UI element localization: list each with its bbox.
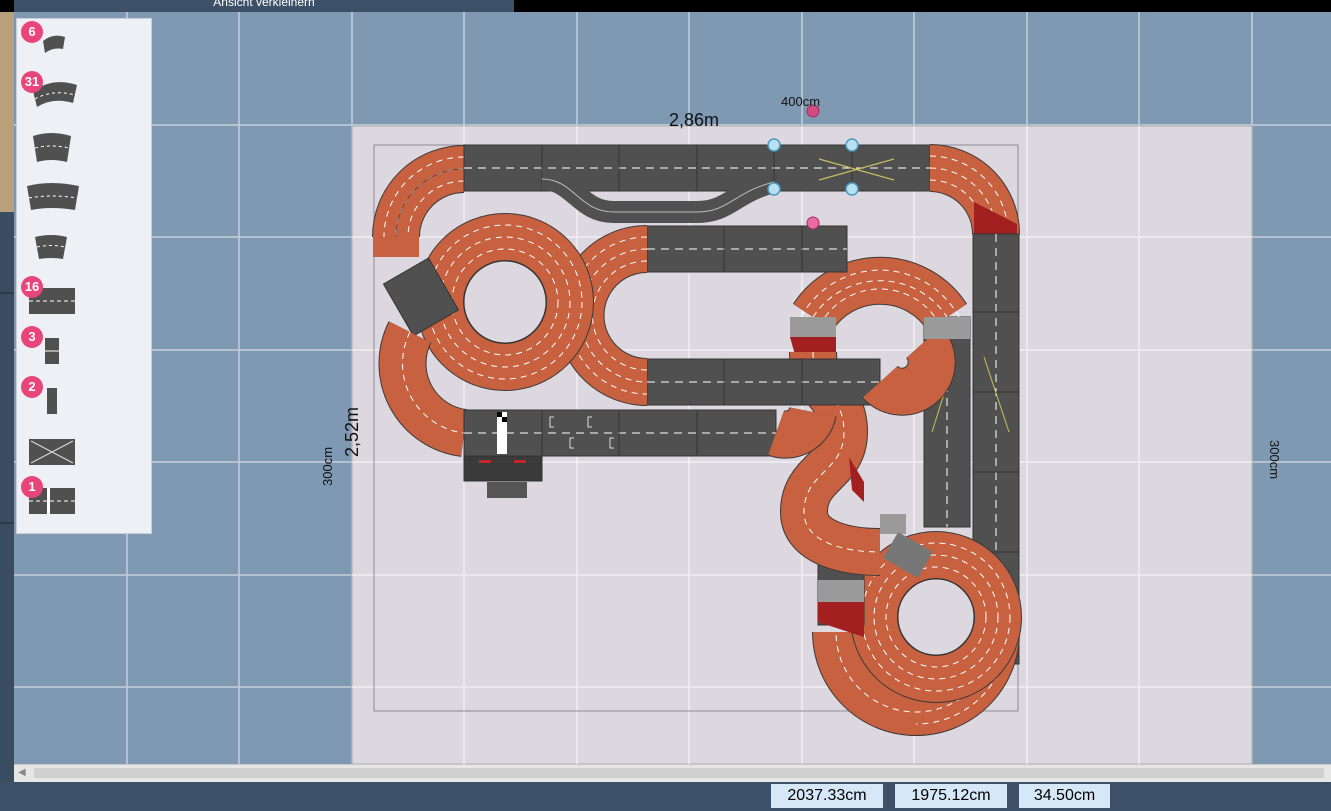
dock-tab[interactable] bbox=[0, 12, 14, 212]
dock-separator bbox=[0, 292, 14, 294]
count-badge: 3 bbox=[21, 326, 43, 348]
count-badge: 31 bbox=[21, 71, 43, 93]
crossing-piece-icon bbox=[29, 439, 75, 465]
palette-item-curve-small[interactable]: 6 bbox=[17, 19, 151, 67]
count-badge: 16 bbox=[21, 276, 43, 298]
dock-separator bbox=[0, 522, 14, 524]
palette-item-curve-2[interactable] bbox=[17, 124, 151, 172]
palette-item-curve-4[interactable] bbox=[17, 229, 151, 277]
pit-box[interactable] bbox=[463, 455, 543, 482]
track-width-label: 2,86m bbox=[669, 110, 719, 130]
palette-item-straight-quarter[interactable]: 2 bbox=[17, 374, 151, 422]
count-badge: 1 bbox=[21, 476, 43, 498]
left-dock-strip bbox=[0, 12, 14, 782]
status-y-coordinate: 1975.12cm bbox=[895, 784, 1007, 808]
scrollbar-thumb[interactable] bbox=[34, 768, 1324, 778]
status-zoom-value: 34.50cm bbox=[1019, 784, 1110, 808]
palette-item-curve-1-60[interactable]: 31 bbox=[17, 69, 151, 117]
horizontal-scrollbar[interactable]: ◀ bbox=[14, 764, 1331, 783]
palette-item-curve-3[interactable] bbox=[17, 174, 151, 222]
palette-item-straight-third[interactable]: 3 bbox=[17, 324, 151, 372]
palette-item-start-finish[interactable]: 1 bbox=[17, 474, 151, 522]
track-curve[interactable] bbox=[850, 531, 1022, 703]
curve-piece-icon bbox=[27, 183, 79, 210]
track-height-label: 2,52m bbox=[342, 407, 362, 457]
track-parts-palette: 6 31 16 3 2 1 bbox=[16, 18, 152, 534]
design-canvas[interactable]: 400cm 300cm 300cm 2,86m 2,52m bbox=[14, 12, 1331, 764]
curve-piece-icon bbox=[35, 235, 67, 259]
zoom-out-button[interactable]: Ansicht verkleinern bbox=[14, 0, 514, 12]
status-bar: 2037.33cm 1975.12cm 34.50cm bbox=[0, 782, 1331, 811]
palette-item-straight-full[interactable]: 16 bbox=[17, 274, 151, 322]
palette-item-crossing[interactable] bbox=[17, 429, 151, 477]
plate-width-label: 400cm bbox=[781, 94, 820, 109]
plate-height-label-right: 300cm bbox=[1267, 440, 1282, 479]
status-x-coordinate: 2037.33cm bbox=[771, 784, 883, 808]
plate-height-label-left: 300cm bbox=[320, 447, 335, 486]
curve-piece-icon bbox=[33, 133, 71, 162]
count-badge: 6 bbox=[21, 21, 43, 43]
count-badge: 2 bbox=[21, 376, 43, 398]
top-bar: Ansicht verkleinern bbox=[0, 0, 1331, 12]
track-plan[interactable]: 400cm 300cm 300cm 2,86m 2,52m bbox=[14, 12, 1331, 764]
scroll-left-icon[interactable]: ◀ bbox=[18, 767, 26, 778]
